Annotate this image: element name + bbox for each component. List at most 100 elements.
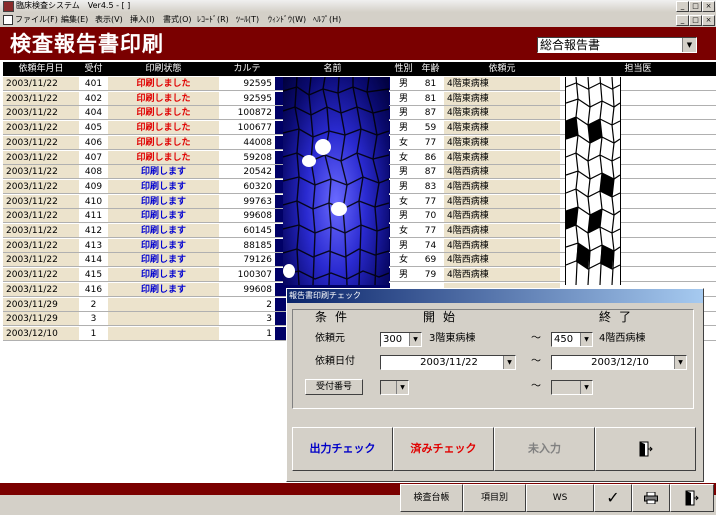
cell-age: 77 xyxy=(417,135,444,150)
cell-print-status: 印刷します xyxy=(108,209,219,224)
app-icon xyxy=(3,1,14,12)
cell-dept: 4階東病棟 xyxy=(444,121,560,136)
chevron-down-icon[interactable]: ▼ xyxy=(682,38,696,52)
print-button[interactable] xyxy=(632,484,670,512)
cell-receipt: 409 xyxy=(79,179,108,194)
cell-receipt: 401 xyxy=(79,77,108,91)
source-label: 依頼元 xyxy=(315,333,345,344)
cell-age: 77 xyxy=(417,224,444,238)
cell-age: 70 xyxy=(417,209,444,224)
menu-file[interactable]: ファイル(F) xyxy=(15,12,58,27)
cell-age: 87 xyxy=(417,106,444,121)
cell-receipt: 416 xyxy=(79,282,108,297)
cell-sex: 男 xyxy=(390,238,417,253)
chevron-down-icon[interactable]: ▼ xyxy=(396,381,408,394)
source-to-name: 4階西病棟 xyxy=(599,333,646,344)
mosaic-pattern xyxy=(283,77,389,285)
output-check-button[interactable]: 出力チェック xyxy=(292,427,393,471)
doctor-mosaic-pattern xyxy=(566,77,620,285)
cell-karte: 60320 xyxy=(219,179,275,194)
child-restore-icon[interactable]: □ xyxy=(689,15,702,26)
menu-tools[interactable]: ﾂｰﾙ(T) xyxy=(236,12,259,27)
report-type-select[interactable]: 総合報告書 ▼ xyxy=(537,37,697,53)
cell-dept: 4階西病棟 xyxy=(444,238,560,253)
ledger-button[interactable]: 検査台帳 xyxy=(400,484,463,512)
checkmark-button[interactable]: ✓ xyxy=(594,484,632,512)
cell-sex: 男 xyxy=(390,179,417,194)
chevron-down-icon[interactable]: ▼ xyxy=(409,333,421,346)
chevron-down-icon[interactable]: ▼ xyxy=(580,381,592,394)
close-icon[interactable]: × xyxy=(702,1,715,12)
cell-print-status: 印刷しました xyxy=(108,121,219,136)
cell-karte: 99608 xyxy=(219,209,275,224)
date-from-value: 2003/11/22 xyxy=(420,357,478,368)
not-entered-button[interactable]: 未入力 xyxy=(494,427,595,471)
child-minimize-icon[interactable]: _ xyxy=(676,15,689,26)
dialog-exit-button[interactable] xyxy=(595,427,696,471)
cell-dept: 4階西病棟 xyxy=(444,165,560,180)
source-to-code-select[interactable]: 450 ▼ xyxy=(551,332,593,347)
done-check-button[interactable]: 済みチェック xyxy=(393,427,494,471)
menu-edit[interactable]: 編集(E) xyxy=(61,12,88,27)
cell-receipt: 408 xyxy=(79,165,108,180)
cell-date: 2003/11/22 xyxy=(3,121,79,136)
cell-receipt: 404 xyxy=(79,106,108,121)
cell-receipt: 412 xyxy=(79,224,108,238)
cell-age: 79 xyxy=(417,268,444,283)
menu-help[interactable]: ﾍﾙﾌﾟ(H) xyxy=(313,12,341,27)
col-header-age: 年齢 xyxy=(417,62,444,76)
by-item-button[interactable]: 項目別 xyxy=(463,484,526,512)
date-label: 依頼日付 xyxy=(315,356,355,367)
cell-sex: 男 xyxy=(390,268,417,283)
cell-age: 74 xyxy=(417,238,444,253)
cell-sex: 女 xyxy=(390,224,417,238)
minimize-icon[interactable]: _ xyxy=(676,1,689,12)
menu-record[interactable]: ﾚｺｰﾄﾞ(R) xyxy=(197,12,229,27)
ws-button[interactable]: WS xyxy=(526,484,594,512)
cell-print-status: 印刷します xyxy=(108,194,219,209)
cell-receipt: 3 xyxy=(79,312,108,327)
cell-sex: 男 xyxy=(390,91,417,106)
receipt-to-select[interactable]: ▼ xyxy=(551,380,593,395)
menu-insert[interactable]: 挿入(I) xyxy=(130,12,155,27)
maximize-icon[interactable]: □ xyxy=(689,1,702,12)
chevron-down-icon[interactable]: ▼ xyxy=(580,333,592,346)
source-range-tilde: ～ xyxy=(531,333,541,344)
cell-print-status: 印刷します xyxy=(108,268,219,283)
cell-dept: 4階西病棟 xyxy=(444,194,560,209)
source-from-code-select[interactable]: 300 ▼ xyxy=(380,332,422,347)
col-header-sex: 性別 xyxy=(390,62,417,76)
cell-receipt: 407 xyxy=(79,150,108,165)
cell-karte: 99608 xyxy=(219,282,275,297)
chevron-down-icon[interactable]: ▼ xyxy=(503,356,515,369)
menu-window[interactable]: ｳｨﾝﾄﾞｳ(W) xyxy=(268,12,306,27)
cell-karte: 79126 xyxy=(219,253,275,268)
receipt-number-button[interactable]: 受付番号 xyxy=(305,379,363,395)
cell-sex: 男 xyxy=(390,106,417,121)
receipt-from-select[interactable]: ▼ xyxy=(380,380,409,395)
col-header-dept: 依頼元 xyxy=(444,62,560,76)
form-icon xyxy=(3,15,13,25)
cell-karte: 92595 xyxy=(219,77,275,91)
date-to-select[interactable]: 2003/12/10 ▼ xyxy=(551,355,687,370)
date-from-select[interactable]: 2003/11/22 ▼ xyxy=(380,355,516,370)
cell-karte: 60145 xyxy=(219,224,275,238)
cell-age: 87 xyxy=(417,165,444,180)
chevron-down-icon[interactable]: ▼ xyxy=(674,356,686,369)
cell-karte: 44008 xyxy=(219,135,275,150)
dialog-title: 報告書印刷チェック xyxy=(287,289,703,303)
col-header-doctor: 担当医 xyxy=(560,62,716,76)
cell-receipt: 402 xyxy=(79,91,108,106)
cell-sex: 女 xyxy=(390,135,417,150)
cell-date: 2003/11/29 xyxy=(3,312,79,327)
menu-format[interactable]: 書式(O) xyxy=(163,12,192,27)
cell-print-status xyxy=(108,326,219,341)
condition-group: 条件 開始 終了 依頼元 300 ▼ 3階東病棟 ～ 450 ▼ 4階西病棟 依… xyxy=(292,309,694,409)
cell-karte: 88185 xyxy=(219,238,275,253)
checkmark-icon: ✓ xyxy=(606,488,620,507)
menu-view[interactable]: 表示(V) xyxy=(95,12,123,27)
date-to-value: 2003/12/10 xyxy=(591,357,649,368)
child-close-icon[interactable]: × xyxy=(702,15,715,26)
exit-button[interactable] xyxy=(670,484,714,512)
cell-age: 77 xyxy=(417,194,444,209)
